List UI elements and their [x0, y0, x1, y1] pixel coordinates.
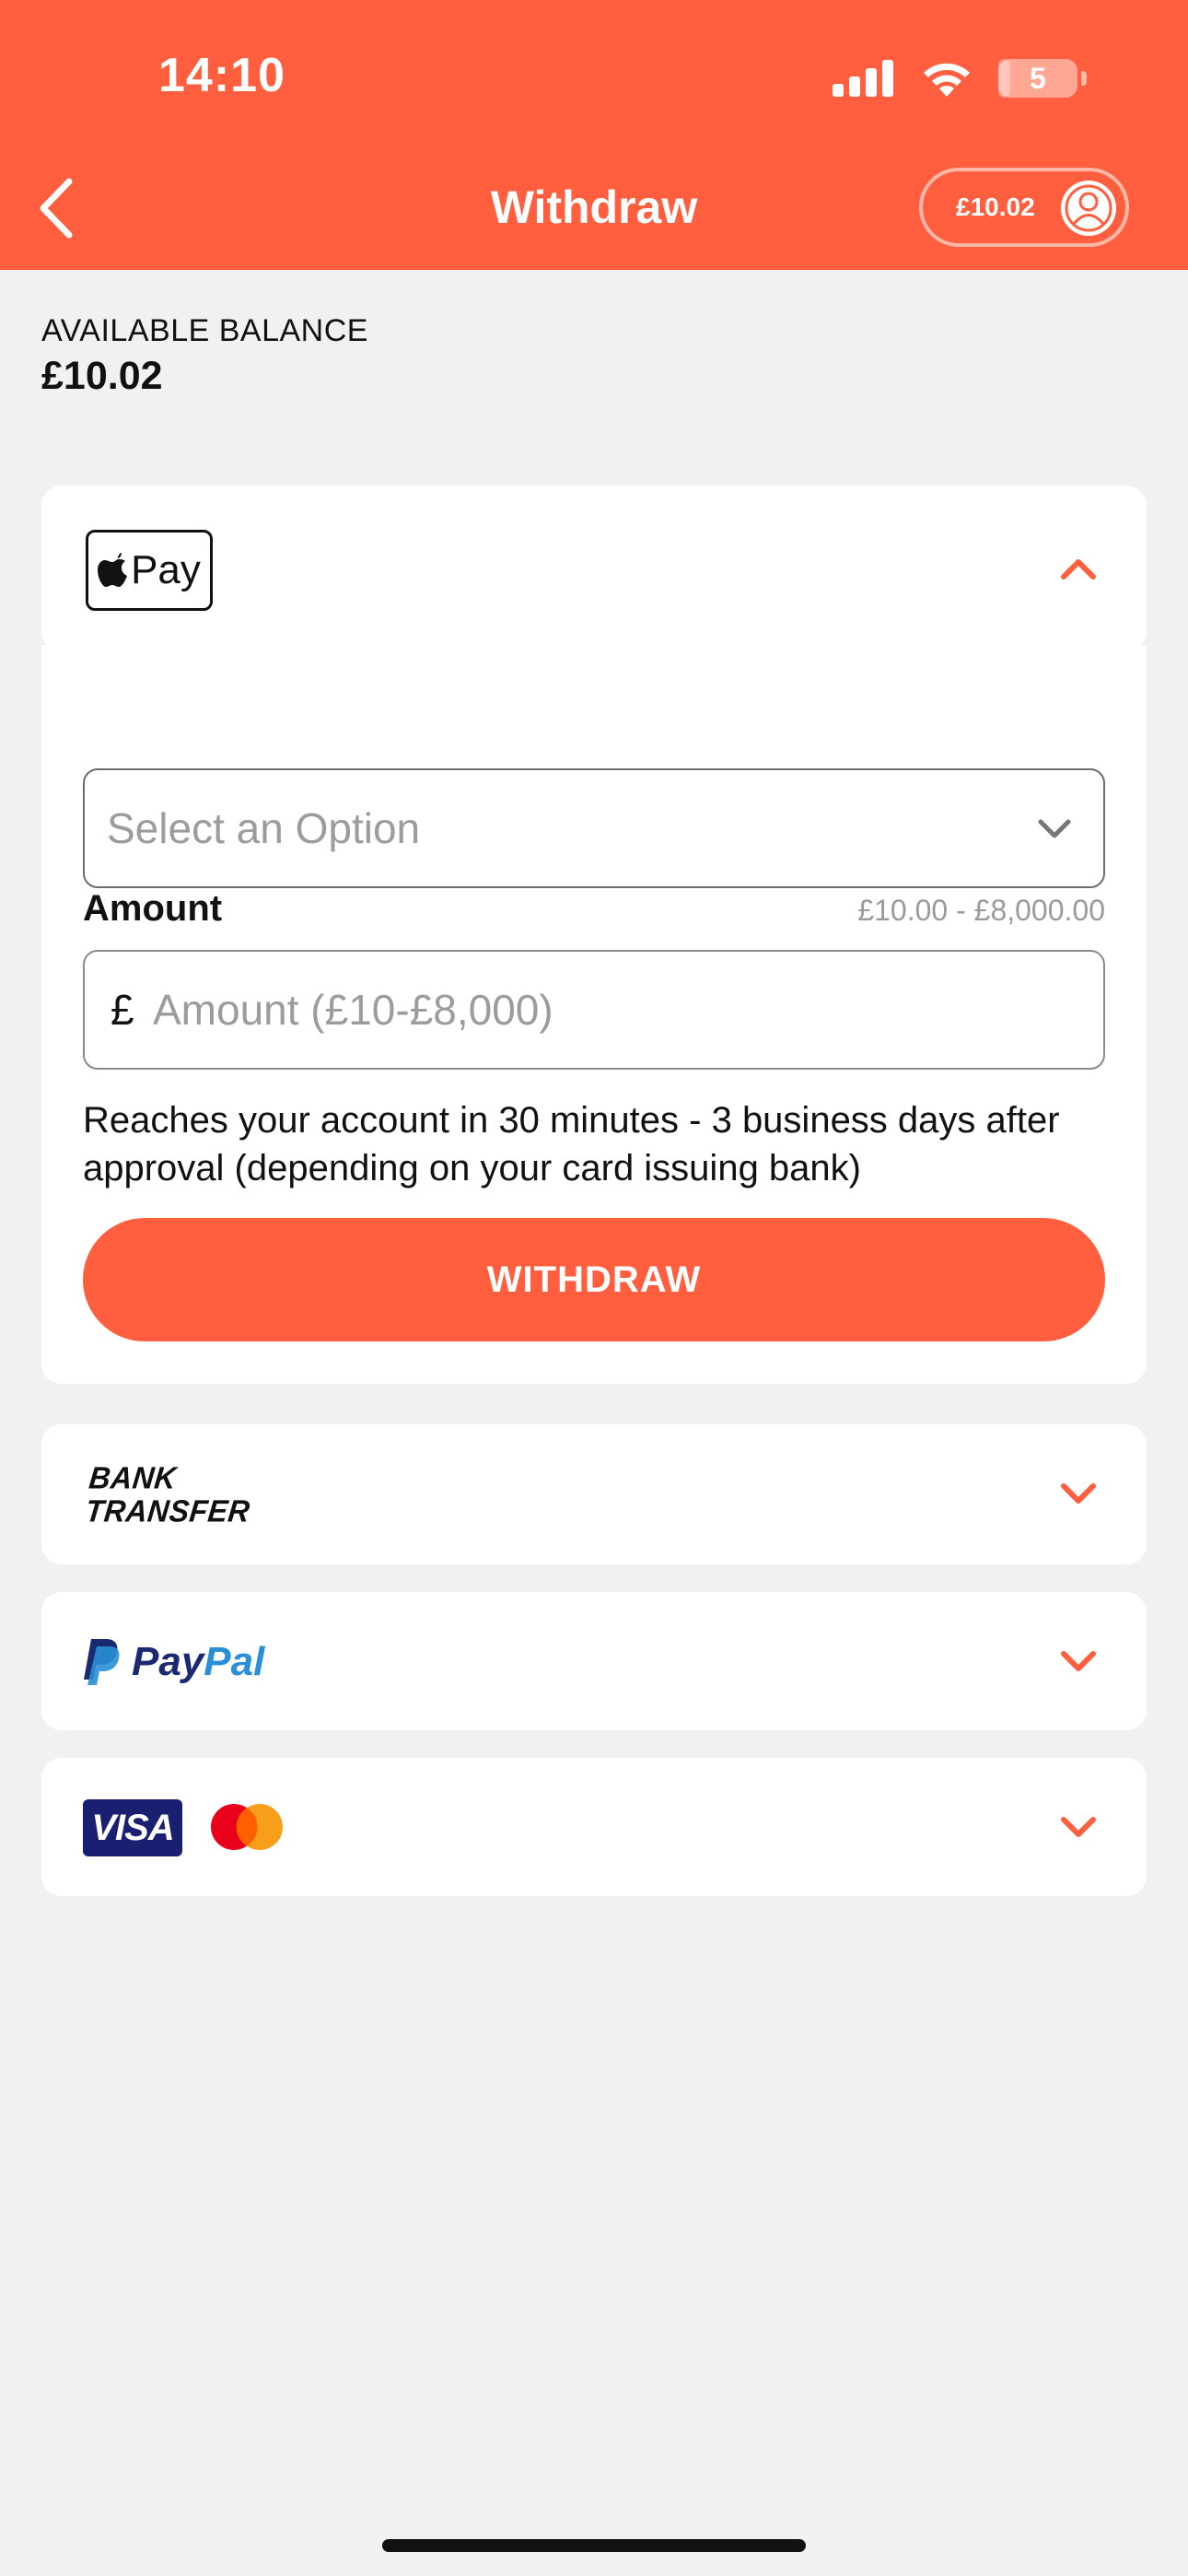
chevron-down-icon [1038, 819, 1071, 838]
battery-cap [1081, 71, 1087, 86]
debit-card-method[interactable]: VISA [41, 1758, 1147, 1896]
apple-pay-text: Pay [131, 547, 201, 592]
mastercard-icon [211, 1804, 283, 1850]
processing-time-info: Reaches your account in 30 minutes - 3 b… [83, 1100, 1060, 1188]
chevron-up-icon [1061, 559, 1096, 580]
bank-transfer-logo: BANK TRANSFER [84, 1460, 255, 1528]
account-button[interactable]: £10.02 [919, 168, 1129, 247]
apple-pay-header[interactable]: Pay [41, 486, 1147, 651]
wifi-icon [924, 63, 970, 97]
expand-paypal[interactable] [1058, 1642, 1099, 1682]
chevron-down-icon [1061, 1817, 1096, 1837]
chevron-down-icon [1061, 1651, 1096, 1671]
header-balance: £10.02 [956, 193, 1035, 221]
expand-bank-transfer[interactable] [1058, 1474, 1099, 1515]
battery-icon: 5 [998, 59, 1087, 98]
app-header: 14:10 5 Withdraw £10.02 [0, 0, 1188, 270]
amount-label: Amount [83, 888, 223, 929]
chevron-left-icon [40, 178, 73, 239]
amount-range: £10.00 - £8,000.00 [857, 894, 1105, 927]
user-avatar-icon [1061, 181, 1116, 236]
withdraw-button[interactable]: WITHDRAW [83, 1218, 1105, 1341]
currency-symbol: £ [111, 986, 134, 1034]
available-balance-label: AVAILABLE BALANCE [41, 313, 368, 348]
select-placeholder: Select an Option [107, 804, 421, 852]
chevron-down-icon [1061, 1483, 1096, 1504]
paypal-method[interactable]: PayPal [41, 1592, 1147, 1730]
bank-transfer-method[interactable]: BANK TRANSFER [41, 1424, 1147, 1564]
expand-cards[interactable] [1058, 1808, 1099, 1848]
collapse-apple-pay[interactable] [1058, 548, 1099, 589]
paypal-pay: Pay [132, 1639, 204, 1684]
bank-transfer-line2: TRANSFER [84, 1493, 252, 1528]
paypal-logo: PayPal [82, 1633, 264, 1692]
available-balance-value: £10.02 [41, 354, 163, 398]
visa-text: VISA [91, 1807, 174, 1848]
apple-logo-icon [98, 553, 128, 587]
bank-transfer-line1: BANK [87, 1460, 179, 1496]
battery-level: 5 [1030, 62, 1046, 95]
home-indicator[interactable] [382, 2539, 806, 2552]
back-button[interactable] [33, 175, 79, 241]
paypal-pal: Pal [204, 1639, 265, 1684]
signal-icon [833, 60, 893, 97]
amount-input[interactable] [151, 954, 1076, 1066]
status-time: 14:10 [158, 49, 285, 102]
visa-logo: VISA [83, 1799, 182, 1856]
apple-pay-logo: Pay [86, 530, 213, 611]
payout-option-select[interactable]: Select an Option [83, 768, 1105, 888]
paypal-icon [84, 1639, 120, 1685]
status-icons: 5 [833, 55, 1087, 101]
amount-field[interactable]: £ [83, 950, 1105, 1070]
paypal-wordmark: PayPal [132, 1639, 264, 1685]
